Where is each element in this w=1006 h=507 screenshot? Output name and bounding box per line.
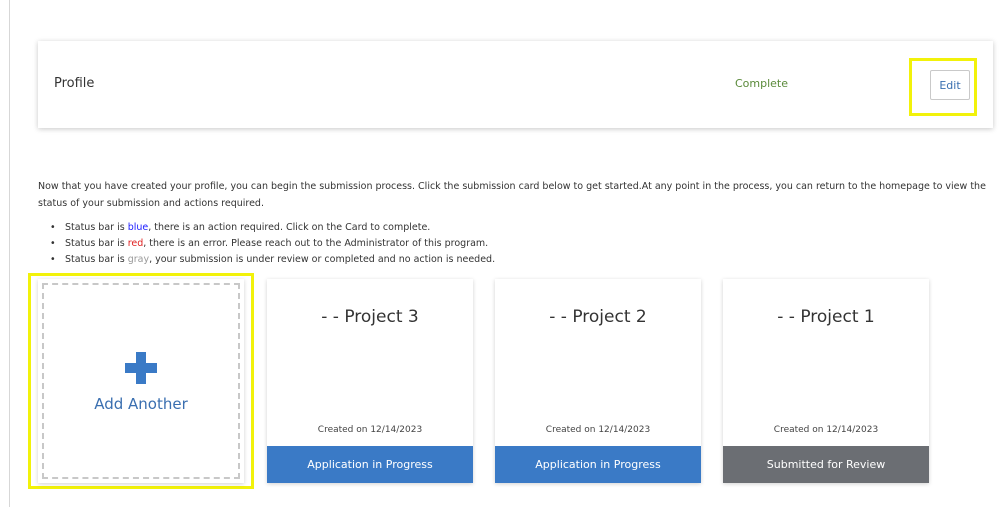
bullet-dot: • [50,254,56,265]
project-status-bar[interactable]: Application in Progress [267,446,473,483]
left-divider [9,0,10,507]
bullet-dot: • [50,222,56,233]
project-card-1[interactable]: - - Project 1 Created on 12/14/2023 Subm… [723,279,929,483]
legend-item-red: • Status bar is red, there is an error. P… [48,236,495,252]
profile-card: Profile Complete Edit [38,41,993,128]
add-another-card[interactable]: Add Another [38,279,244,483]
profile-title: Profile [54,76,95,91]
legend-item-gray: • Status bar is gray, your submission is … [48,252,495,268]
legend-color-word-gray: gray [127,254,150,265]
legend-item-blue: • Status bar is blue, there is an action … [48,220,495,236]
intro-text: Now that you have created your profile, … [38,181,986,209]
bullet-dot: • [50,238,56,249]
project-title: - - Project 3 [321,307,419,327]
project-created-date: Created on 12/14/2023 [545,425,651,435]
plus-icon [125,352,157,384]
status-legend: • Status bar is blue, there is an action … [48,220,495,268]
project-title: - - Project 1 [777,307,875,327]
legend-color-word-red: red [127,238,144,249]
project-card-2[interactable]: - - Project 2 Created on 12/14/2023 Appl… [495,279,701,483]
project-created-date: Created on 12/14/2023 [317,425,423,435]
project-status-bar[interactable]: Application in Progress [495,446,701,483]
edit-profile-button[interactable]: Edit [930,70,970,100]
project-title: - - Project 2 [549,307,647,327]
project-created-date: Created on 12/14/2023 [773,425,879,435]
project-status-bar[interactable]: Submitted for Review [723,446,929,483]
legend-color-word-blue: blue [127,222,149,233]
add-another-label: Add Another [94,395,188,413]
profile-status: Complete [735,77,789,90]
project-card-3[interactable]: - - Project 3 Created on 12/14/2023 Appl… [267,279,473,483]
